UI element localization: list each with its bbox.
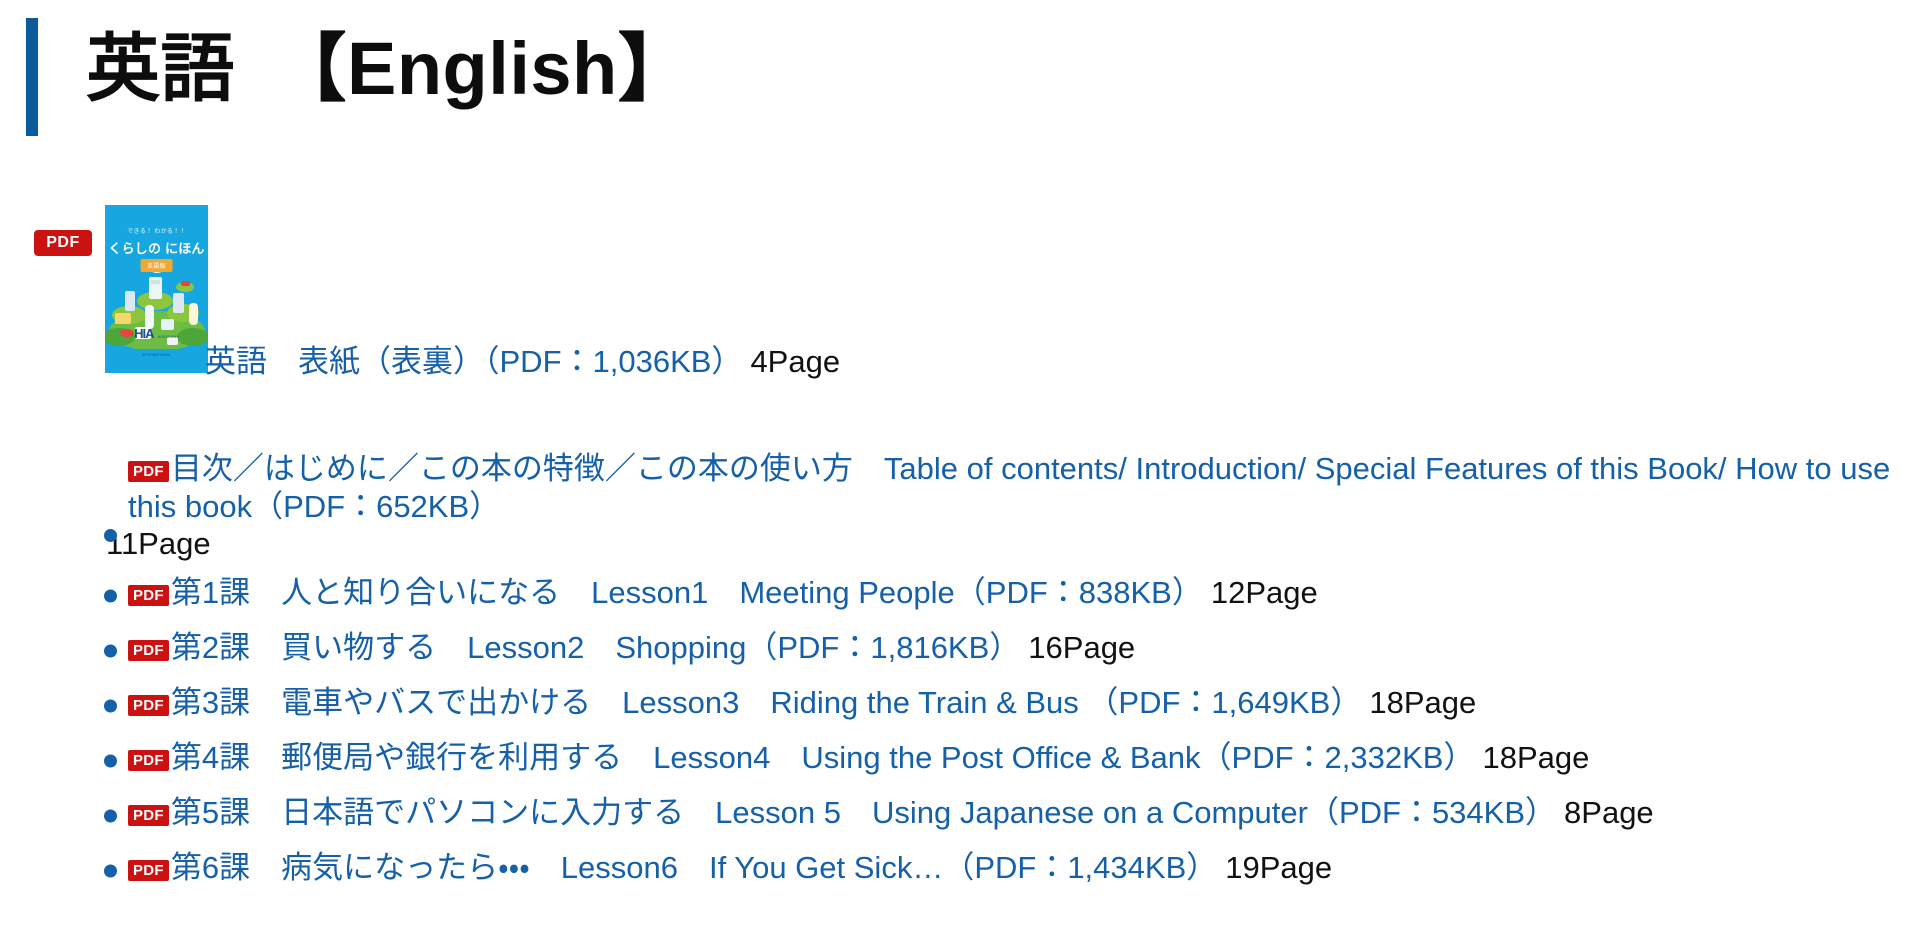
page-count: 12Page [1210, 574, 1318, 610]
pdf-icon: PDF [34, 230, 92, 256]
page-count: 18Page [1482, 739, 1590, 775]
cover-subtitle: できる！ わかる！！ [127, 229, 186, 235]
pdf-link[interactable]: 第1課 人と知り合いになる Lesson1 Meeting People（PDF… [171, 575, 1203, 610]
pdf-link[interactable]: 第2課 買い物する Lesson2 Shopping（PDF：1,816KB） [171, 630, 1020, 665]
cover-pdf-link[interactable]: 英語 表紙（表裏）（PDF：1,036KB） [205, 344, 742, 379]
page-count: 8Page [1564, 794, 1654, 830]
pdf-link[interactable]: 第4課 郵便局や銀行を利用する Lesson4 Using the Post O… [171, 740, 1475, 775]
title-accent-bar [26, 18, 38, 136]
pdf-link[interactable]: 第3課 電車やバスで出かける Lesson3 Riding the Train … [171, 685, 1361, 720]
bullet-icon [104, 809, 117, 822]
cover-block: PDF できる！ わかる！！ くらしの にほんご 英語版 [0, 205, 1924, 405]
pdf-icon: PDF [128, 859, 169, 881]
page-count: 16Page [1028, 629, 1136, 665]
page-count: 18Page [1369, 684, 1477, 720]
page-header: 英語 【English】 [0, 0, 1924, 160]
bullet-icon [104, 699, 117, 712]
bullet-icon [104, 864, 117, 877]
list-item[interactable]: PDF 第1課 人と知り合いになる Lesson1 Meeting People（… [0, 574, 1924, 618]
page-count: 19Page [1225, 849, 1333, 885]
list-item[interactable]: PDF 目次／はじめに／この本の特徴／この本の使い方 Table of conte… [0, 450, 1924, 563]
pdf-icon: PDF [128, 639, 169, 661]
cover-logo: HIA HIROSHIMA INTERNATIONAL [131, 325, 183, 361]
bullet-icon [104, 528, 117, 542]
pdf-link[interactable]: 第6課 病気になったら・・・ Lesson6 If You Get Sick…（… [171, 850, 1217, 885]
list-item[interactable]: PDF 第5課 日本語でパソコンに入力する Lesson 5 Using Japa… [0, 794, 1924, 838]
pdf-link[interactable]: 第5課 日本語でパソコンに入力する Lesson 5 Using Japanes… [171, 795, 1556, 830]
bullet-icon [104, 589, 117, 602]
cover-thumbnail-link[interactable]: できる！ わかる！！ くらしの にほんご 英語版 HIA H [105, 205, 208, 373]
list-item[interactable]: PDF 第2課 買い物する Lesson2 Shopping（PDF：1,816K… [0, 629, 1924, 673]
page-title: 英語 【English】 [86, 27, 693, 110]
list-item[interactable]: PDF 第4課 郵便局や銀行を利用する Lesson4 Using the Pos… [0, 739, 1924, 783]
pdf-icon: PDF [128, 584, 169, 606]
pdf-icon: PDF [128, 461, 169, 482]
list-item[interactable]: PDF 第6課 病気になったら・・・ Lesson6 If You Get Sic… [0, 849, 1924, 893]
page-count: 11Page [106, 526, 211, 561]
pdf-icon: PDF [128, 804, 169, 826]
cover-caption: 英語 表紙（表裏）（PDF：1,036KB） 4Page [205, 341, 840, 383]
pdf-link[interactable]: 目次／はじめに／この本の特徴／この本の使い方 Table of contents… [128, 451, 1890, 524]
pdf-document-list: PDF 目次／はじめに／この本の特徴／この本の使い方 Table of conte… [0, 450, 1924, 904]
bullet-icon [104, 754, 117, 767]
list-item[interactable]: PDF 第3課 電車やバスで出かける Lesson3 Riding the Tra… [0, 684, 1924, 728]
pdf-icon: PDF [128, 749, 169, 771]
cover-logo-text: HIA [134, 326, 154, 341]
pdf-icon: PDF [128, 694, 169, 716]
cover-page-count: 4Page [750, 344, 841, 379]
bullet-icon [104, 644, 117, 657]
